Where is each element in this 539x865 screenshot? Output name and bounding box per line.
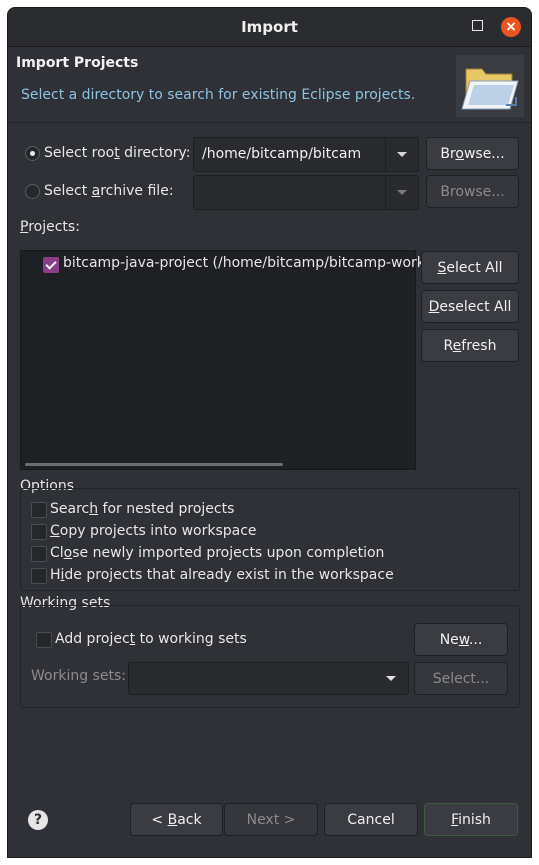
- root-directory-label[interactable]: Select root directory:: [44, 145, 191, 161]
- banner-separator: [8, 122, 531, 123]
- help-icon[interactable]: ?: [28, 810, 48, 830]
- browse-archive-button[interactable]: Browse...: [426, 175, 519, 208]
- archive-file-combo[interactable]: [193, 175, 419, 210]
- root-directory-radio[interactable]: [25, 146, 40, 161]
- nested-projects-label[interactable]: Search for nested projects: [50, 501, 234, 517]
- chevron-down-icon: [397, 152, 407, 157]
- select-working-sets-button[interactable]: Select...: [414, 662, 508, 695]
- chevron-down-icon[interactable]: [386, 676, 396, 681]
- hide-existing-label[interactable]: Hide projects that already exist in the …: [50, 567, 394, 583]
- finish-button[interactable]: Finish: [424, 803, 518, 836]
- cancel-button[interactable]: Cancel: [324, 803, 418, 836]
- deselect-all-button[interactable]: Deselect All: [421, 290, 519, 323]
- import-dialog: Import × Import Projects Select a direct…: [8, 8, 531, 857]
- close-imported-checkbox[interactable]: [31, 546, 47, 562]
- refresh-button[interactable]: Refresh: [421, 329, 519, 362]
- project-checkbox[interactable]: [43, 257, 59, 273]
- back-button[interactable]: < Back: [130, 803, 223, 836]
- projects-label: Projects:: [20, 219, 80, 235]
- nested-projects-checkbox[interactable]: [31, 502, 47, 518]
- archive-file-radio[interactable]: [25, 184, 40, 199]
- root-directory-value[interactable]: /home/bitcamp/bitcam: [202, 146, 361, 162]
- page-title: Import Projects: [16, 55, 139, 71]
- chevron-down-icon: [397, 190, 407, 195]
- title-bar[interactable]: Import ×: [8, 8, 531, 47]
- window-title: Import: [241, 18, 298, 36]
- page-description: Select a directory to search for existin…: [21, 87, 416, 103]
- root-directory-combo[interactable]: /home/bitcamp/bitcam: [193, 137, 419, 172]
- select-all-button[interactable]: Select All: [421, 251, 519, 284]
- project-item-label[interactable]: bitcamp-java-project (/home/bitcamp/bitc…: [63, 255, 425, 271]
- hide-existing-checkbox[interactable]: [31, 568, 47, 584]
- close-icon[interactable]: ×: [501, 17, 521, 37]
- horizontal-scrollbar[interactable]: [25, 463, 283, 466]
- copy-projects-checkbox[interactable]: [31, 524, 47, 540]
- working-sets-label: Working sets:: [31, 668, 126, 684]
- copy-projects-label[interactable]: Copy projects into workspace: [50, 523, 257, 539]
- archive-file-label[interactable]: Select archive file:: [44, 183, 174, 199]
- add-to-working-sets-checkbox[interactable]: [36, 632, 52, 648]
- working-sets-combo[interactable]: [128, 662, 409, 695]
- browse-root-button[interactable]: Browse...: [426, 137, 519, 170]
- folder-icon: [456, 55, 524, 117]
- projects-list[interactable]: bitcamp-java-project (/home/bitcamp/bitc…: [20, 250, 425, 470]
- wizard-banner: Import Projects Select a directory to se…: [8, 47, 531, 122]
- maximize-icon[interactable]: [472, 20, 483, 31]
- add-to-working-sets-label[interactable]: Add project to working sets: [55, 631, 247, 647]
- new-working-set-button[interactable]: New...: [414, 623, 508, 656]
- archive-file-dropdown[interactable]: [385, 176, 418, 209]
- root-directory-dropdown[interactable]: [385, 138, 418, 171]
- close-imported-label[interactable]: Close newly imported projects upon compl…: [50, 545, 384, 561]
- next-button[interactable]: Next >: [224, 803, 318, 836]
